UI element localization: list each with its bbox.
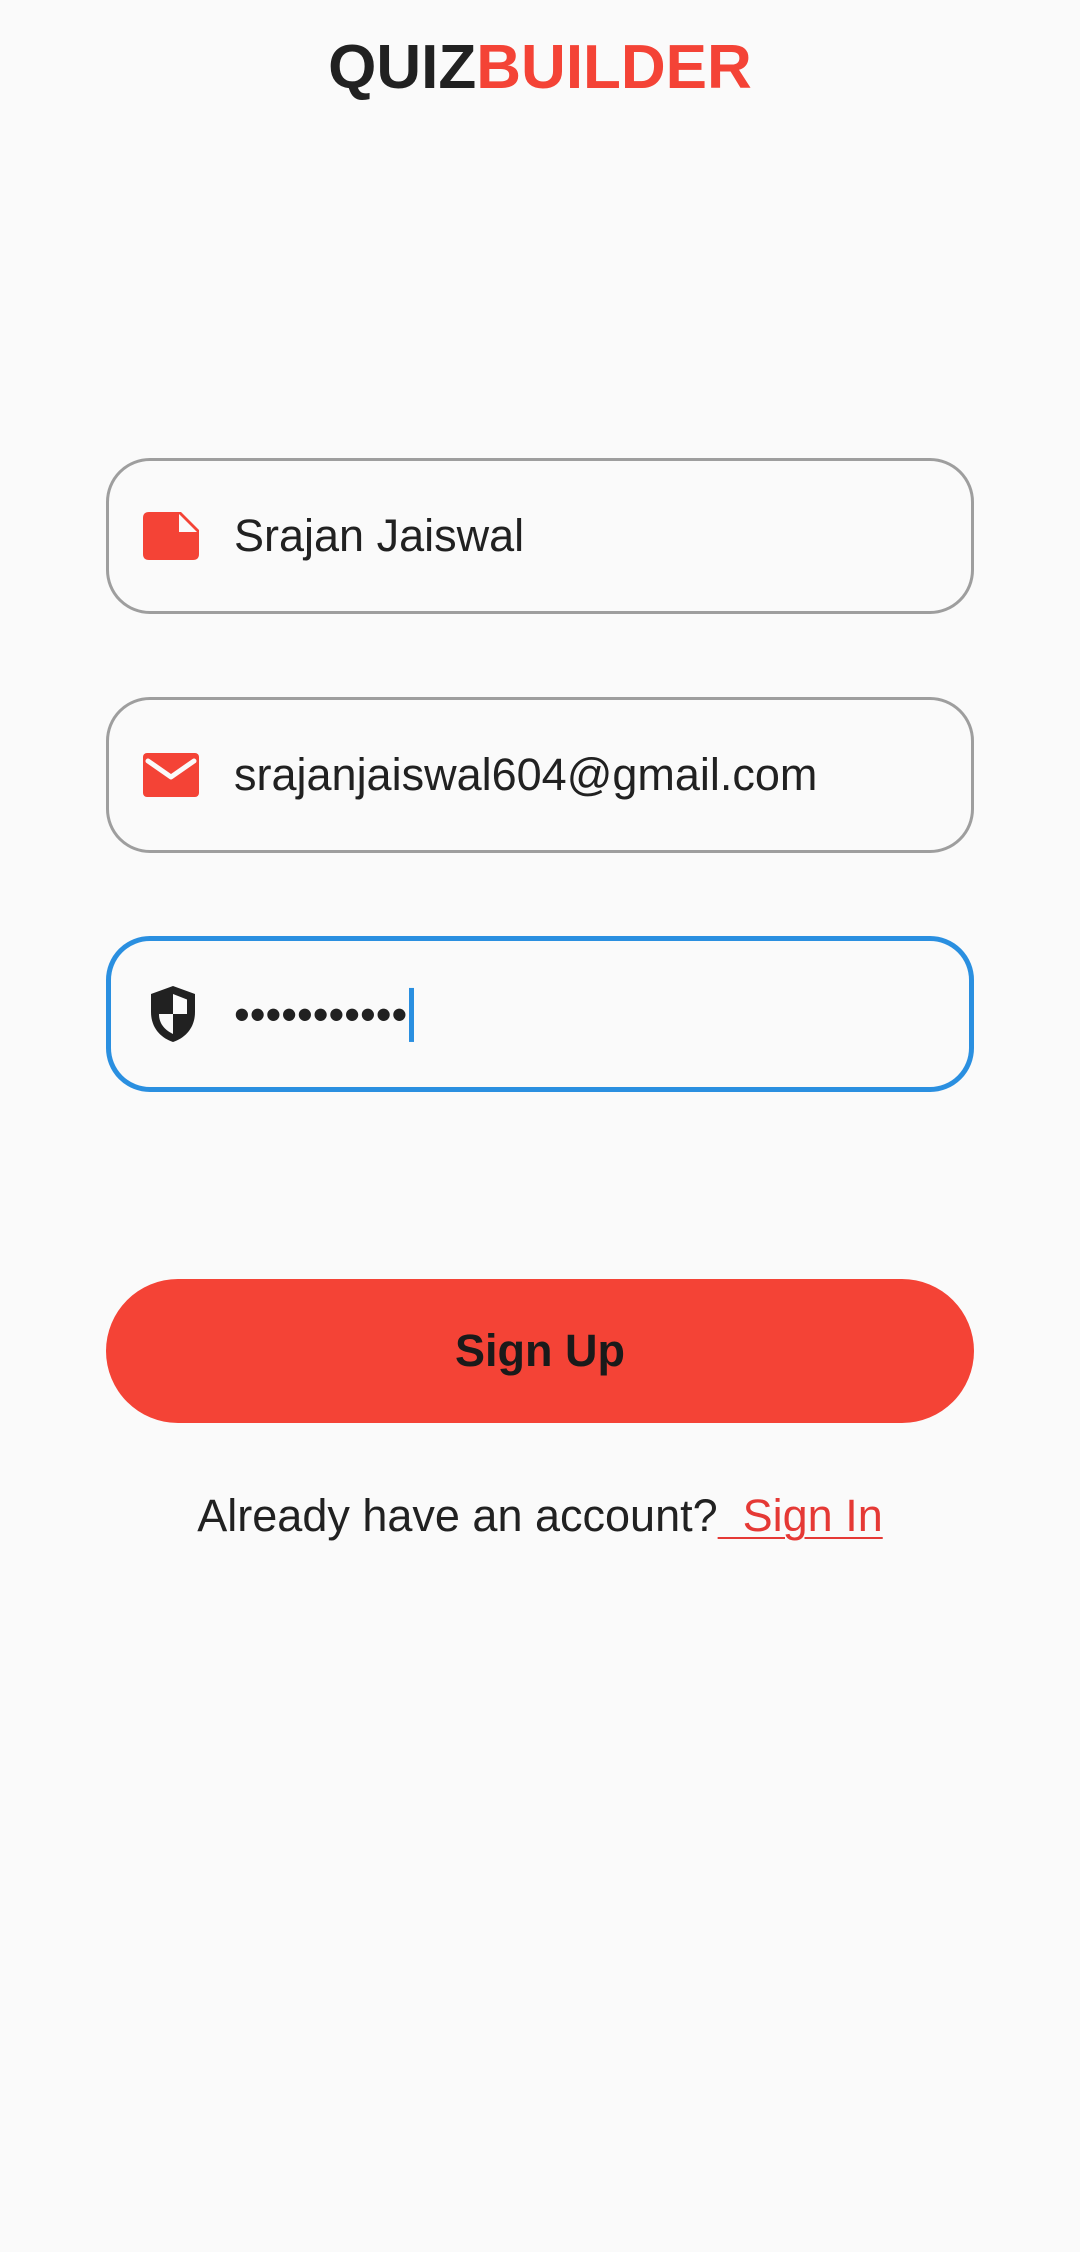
name-input-value: Srajan Jaiswal	[234, 510, 525, 561]
shield-icon	[145, 986, 201, 1042]
email-input-value: srajanjaiswal604@gmail.com	[234, 749, 818, 800]
email-field[interactable]: srajanjaiswal604@gmail.com	[106, 697, 974, 853]
mail-icon	[143, 747, 199, 803]
password-dots: •••••••••••	[234, 989, 408, 1041]
sign-up-button[interactable]: Sign Up	[106, 1279, 974, 1423]
name-field[interactable]: Srajan Jaiswal	[106, 458, 974, 614]
text-cursor	[409, 988, 415, 1043]
sign-in-prompt-text: Already have an account?	[197, 1490, 718, 1541]
sign-in-link[interactable]: Sign In	[718, 1490, 883, 1541]
app-title-quiz: QUIZ	[328, 33, 477, 102]
sign-in-prompt: Already have an account? Sign In	[0, 1486, 1080, 1546]
note-icon	[143, 508, 199, 564]
password-input-value: •••••••••••	[234, 986, 415, 1043]
app-title: QUIZBUILDER	[0, 30, 1080, 106]
app-title-builder: BUILDER	[476, 33, 752, 102]
password-field[interactable]: •••••••••••	[106, 936, 974, 1092]
